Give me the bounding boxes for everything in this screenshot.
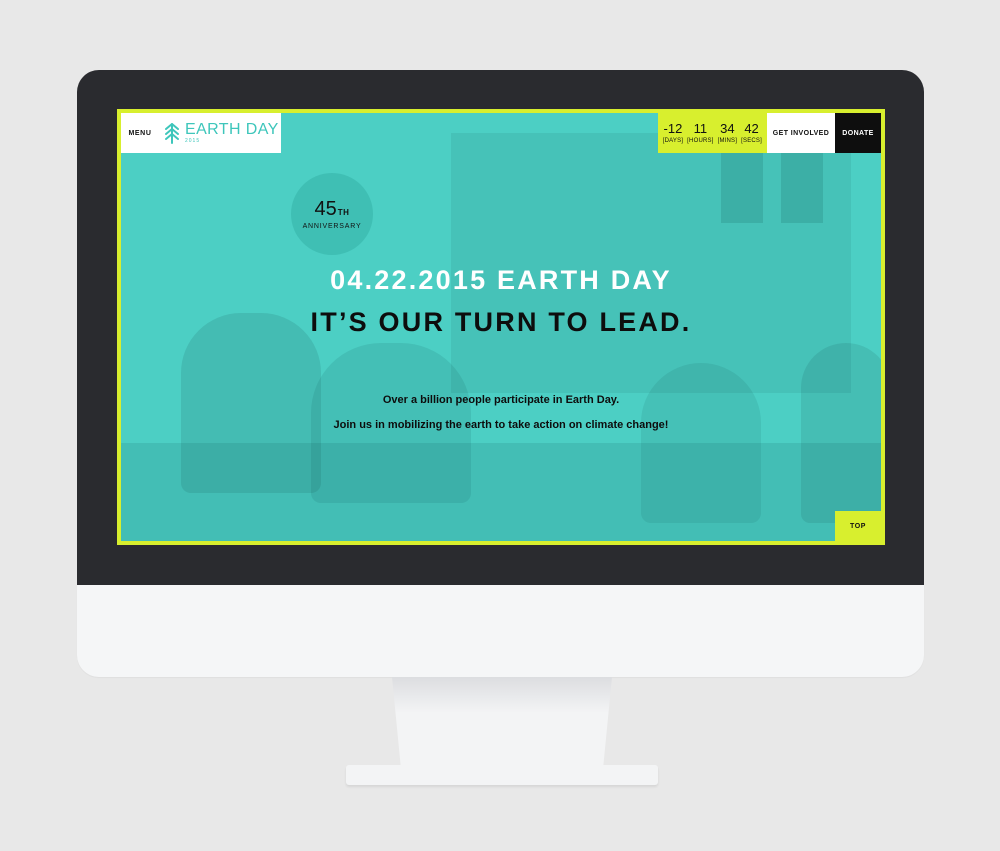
countdown-value: -12: [663, 121, 683, 136]
anniversary-badge: 45 TH ANNIVERSARY: [291, 173, 373, 255]
background-cyclist: [801, 343, 881, 523]
back-to-top-button[interactable]: TOP: [835, 511, 881, 541]
hero-subtext: Join us in mobilizing the earth to take …: [333, 419, 669, 431]
logo-title: EARTH DAY: [185, 121, 279, 138]
monitor-stand-neck: [392, 677, 612, 767]
countdown-label: [MINS]: [717, 138, 738, 144]
background-window: [781, 153, 823, 223]
badge-number-row: 45 TH: [315, 199, 350, 219]
monitor-chin: [77, 585, 924, 677]
countdown-label: [DAYS]: [662, 138, 684, 144]
background-window: [721, 153, 763, 223]
hero-headline-tagline: IT’S OUR TURN TO LEAD.: [310, 307, 692, 337]
monitor-stand-base: [346, 765, 658, 785]
get-involved-button[interactable]: GET INVOLVED: [767, 113, 835, 153]
countdown-label: [HOURS]: [687, 138, 714, 144]
earth-day-logo[interactable]: EARTH DAY 2015: [159, 113, 281, 153]
countdown-value: 11: [693, 121, 708, 136]
menu-button[interactable]: MENU: [121, 113, 159, 153]
hero-subtext: Over a billion people participate in Ear…: [382, 394, 620, 406]
countdown-secs: 42 [SECS]: [739, 113, 764, 153]
countdown-hours: 11 [HOURS]: [685, 113, 715, 153]
hero-headline-date: 04.22.2015 EARTH DAY: [330, 265, 672, 295]
hero-section: MENU EARTH DAY 2015 -12 [DAYS] 11 [HOURS…: [121, 113, 881, 541]
countdown-timer: -12 [DAYS] 11 [HOURS] 34 [MINS] 42 [SECS…: [657, 113, 767, 153]
tree-icon: [165, 123, 179, 144]
countdown-value: 42: [744, 121, 759, 136]
donate-button[interactable]: DONATE: [835, 113, 881, 153]
background-cyclist: [641, 363, 761, 523]
countdown-mins: 34 [MINS]: [716, 113, 740, 153]
badge-label: ANNIVERSARY: [302, 222, 362, 230]
badge-number: 45: [314, 197, 337, 220]
header-left: MENU EARTH DAY 2015: [121, 113, 281, 153]
countdown-value: 34: [720, 121, 735, 136]
header-right: -12 [DAYS] 11 [HOURS] 34 [MINS] 42 [SECS…: [657, 113, 881, 153]
countdown-days: -12 [DAYS]: [661, 113, 685, 153]
badge-suffix: TH: [337, 207, 350, 217]
countdown-label: [SECS]: [741, 138, 762, 144]
logo-year: 2015: [185, 138, 201, 144]
screen: MENU EARTH DAY 2015 -12 [DAYS] 11 [HOURS…: [117, 109, 885, 545]
